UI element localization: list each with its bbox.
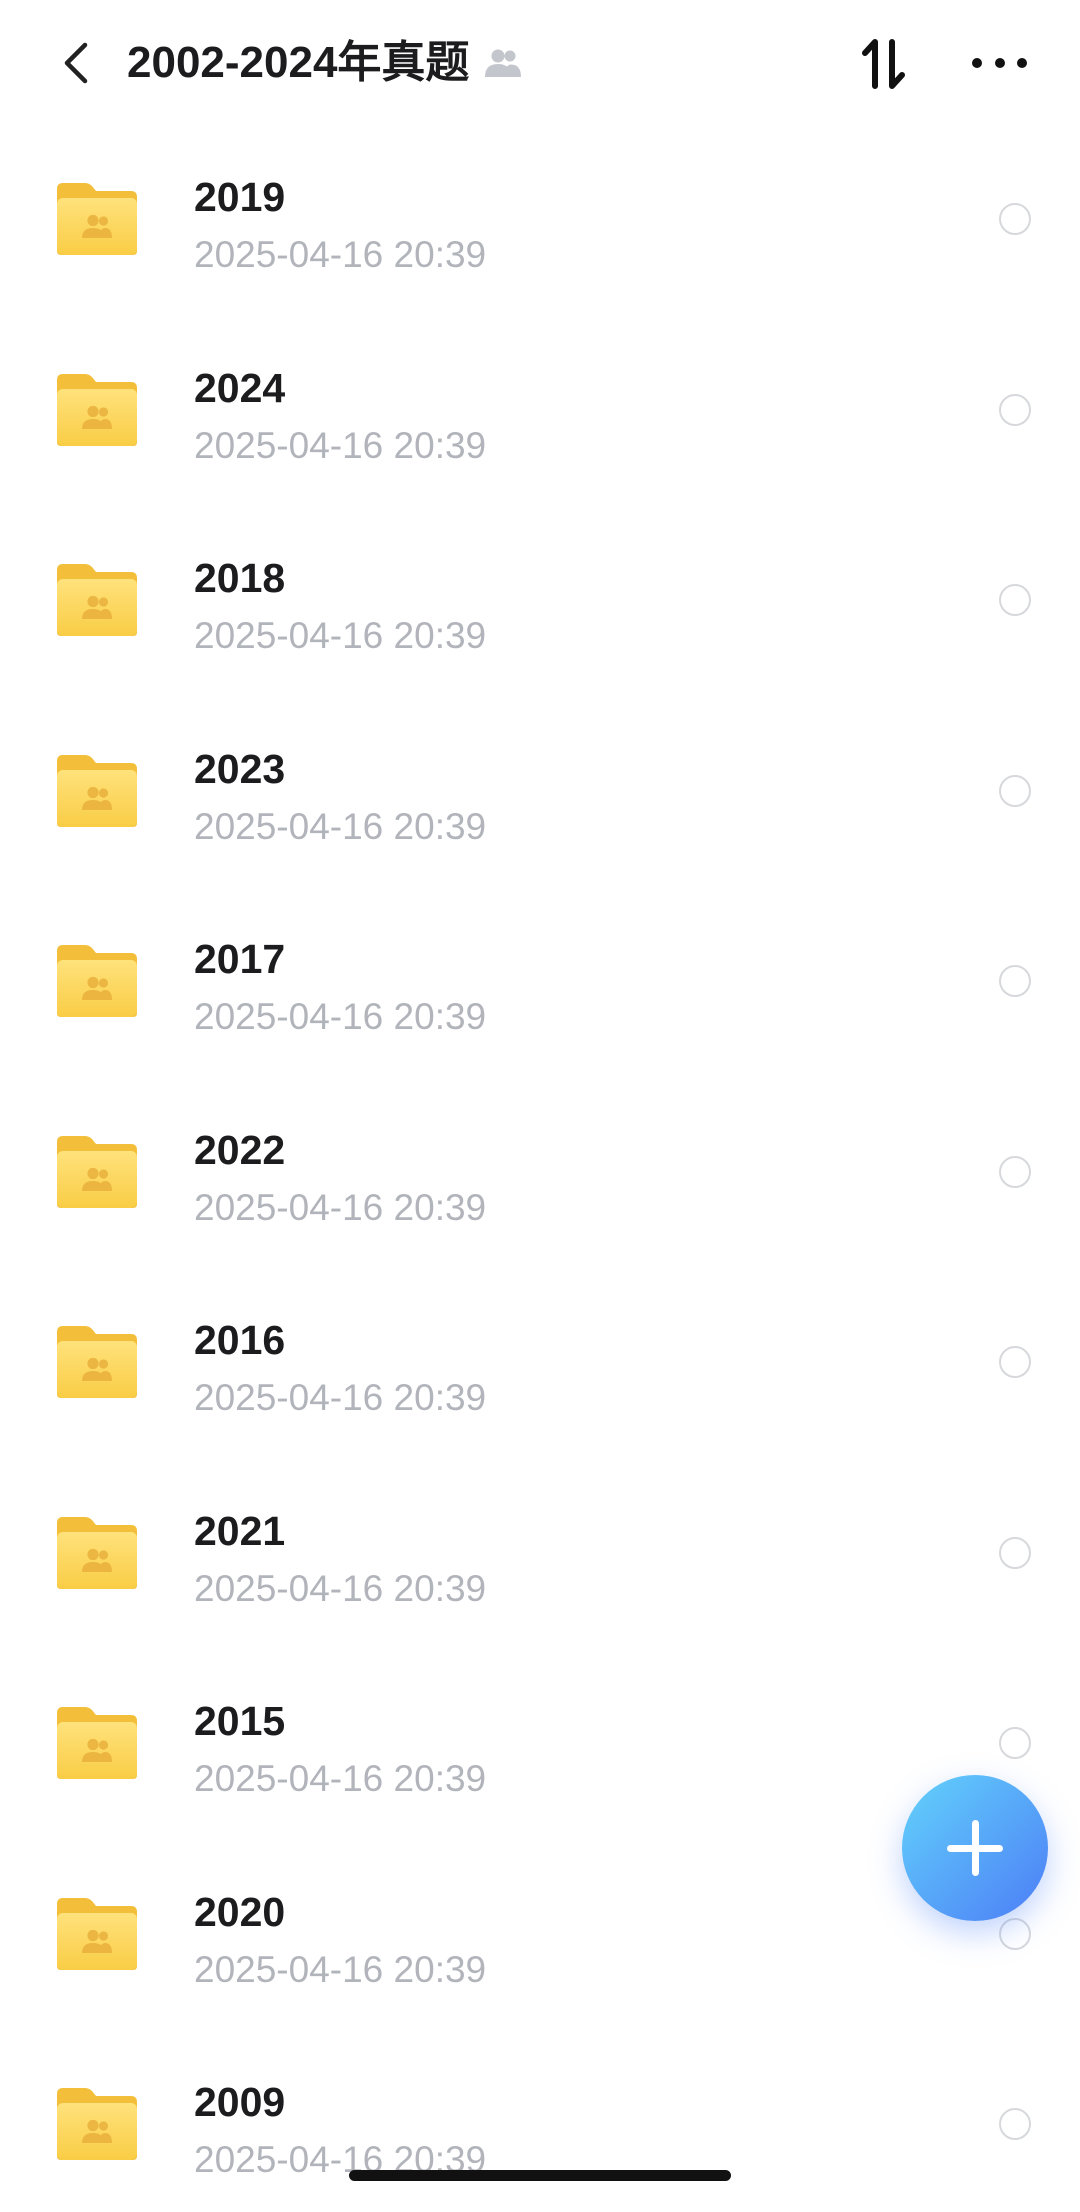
shared-folder-icon <box>55 943 139 1019</box>
select-radio[interactable] <box>999 1536 1031 1569</box>
folder-name: 2024 <box>194 364 286 411</box>
screen: 2002-2024年真题 2019 2025-04-16 20:39 2024 … <box>0 0 1080 2212</box>
shared-folder-icon <box>55 1896 139 1972</box>
shared-group-icon <box>485 49 522 77</box>
folder-text: 2018 2025-04-16 20:39 <box>194 553 486 658</box>
sort-icon[interactable] <box>858 36 910 92</box>
folder-row[interactable]: 2017 2025-04-16 20:39 <box>0 888 1080 1079</box>
shared-folder-icon <box>55 1705 139 1781</box>
folder-date: 2025-04-16 20:39 <box>194 1377 487 1419</box>
folder-row[interactable]: 2009 2025-04-16 20:39 <box>0 2031 1080 2212</box>
page-title-row: 2002-2024年真题 <box>127 36 523 90</box>
folder-list: 2019 2025-04-16 20:39 2024 2025-04-16 20… <box>0 126 1080 2212</box>
home-indicator[interactable] <box>349 2170 731 2181</box>
folder-date: 2025-04-16 20:39 <box>194 805 487 847</box>
folder-name: 2009 <box>194 2079 286 2126</box>
select-radio[interactable] <box>999 1346 1031 1379</box>
folder-name: 2019 <box>194 174 286 221</box>
folder-row[interactable]: 2016 2025-04-16 20:39 <box>0 1269 1080 1460</box>
shared-folder-icon <box>55 753 139 829</box>
more-icon[interactable] <box>964 44 1036 82</box>
shared-folder-icon <box>55 2086 139 2162</box>
shared-folder-icon <box>55 181 139 257</box>
top-bar: 2002-2024年真题 <box>0 0 1080 126</box>
folder-text: 2009 2025-04-16 20:39 <box>194 2077 486 2182</box>
select-radio[interactable] <box>999 393 1031 426</box>
folder-name: 2023 <box>194 745 286 792</box>
folder-row[interactable]: 2023 2025-04-16 20:39 <box>0 698 1080 889</box>
plus-icon-vertical <box>971 1820 979 1876</box>
shared-folder-icon <box>55 562 139 638</box>
folder-text: 2015 2025-04-16 20:39 <box>194 1696 486 1801</box>
shared-folder-icon <box>55 372 139 448</box>
select-radio[interactable] <box>999 203 1031 236</box>
chevron-left-icon[interactable] <box>52 36 106 90</box>
folder-row[interactable]: 2019 2025-04-16 20:39 <box>0 126 1080 317</box>
folder-text: 2020 2025-04-16 20:39 <box>194 1887 486 1992</box>
folder-text: 2021 2025-04-16 20:39 <box>194 1506 486 1611</box>
select-radio[interactable] <box>999 1155 1031 1188</box>
select-radio[interactable] <box>999 1727 1031 1760</box>
folder-date: 2025-04-16 20:39 <box>194 996 487 1038</box>
folder-text: 2023 2025-04-16 20:39 <box>194 744 486 849</box>
folder-date: 2025-04-16 20:39 <box>194 424 487 466</box>
folder-row[interactable]: 2018 2025-04-16 20:39 <box>0 507 1080 698</box>
folder-text: 2024 2025-04-16 20:39 <box>194 363 486 468</box>
folder-name: 2020 <box>194 1888 286 1935</box>
folder-date: 2025-04-16 20:39 <box>194 1948 487 1990</box>
folder-name: 2015 <box>194 1698 286 1745</box>
select-radio[interactable] <box>999 2108 1031 2141</box>
select-radio[interactable] <box>999 965 1031 998</box>
add-button[interactable] <box>902 1775 1048 1921</box>
folder-text: 2016 2025-04-16 20:39 <box>194 1315 486 1420</box>
shared-folder-icon <box>55 1515 139 1591</box>
folder-row[interactable]: 2022 2025-04-16 20:39 <box>0 1079 1080 1270</box>
folder-name: 2017 <box>194 936 286 983</box>
folder-row[interactable]: 2024 2025-04-16 20:39 <box>0 317 1080 508</box>
folder-text: 2019 2025-04-16 20:39 <box>194 172 486 277</box>
folder-name: 2022 <box>194 1126 286 1173</box>
shared-folder-icon <box>55 1324 139 1400</box>
folder-text: 2022 2025-04-16 20:39 <box>194 1125 486 1230</box>
folder-text: 2017 2025-04-16 20:39 <box>194 934 486 1039</box>
select-radio[interactable] <box>999 584 1031 617</box>
folder-date: 2025-04-16 20:39 <box>194 615 487 657</box>
page-title: 2002-2024年真题 <box>127 38 470 87</box>
folder-name: 2018 <box>194 555 286 602</box>
select-radio[interactable] <box>999 774 1031 807</box>
shared-folder-icon <box>55 1134 139 1210</box>
folder-name: 2021 <box>194 1507 286 1554</box>
select-radio[interactable] <box>999 1917 1031 1950</box>
folder-name: 2016 <box>194 1317 286 1364</box>
folder-row[interactable]: 2021 2025-04-16 20:39 <box>0 1460 1080 1651</box>
folder-date: 2025-04-16 20:39 <box>194 1758 487 1800</box>
folder-date: 2025-04-16 20:39 <box>194 1567 487 1609</box>
folder-date: 2025-04-16 20:39 <box>194 234 487 276</box>
folder-date: 2025-04-16 20:39 <box>194 1186 487 1228</box>
